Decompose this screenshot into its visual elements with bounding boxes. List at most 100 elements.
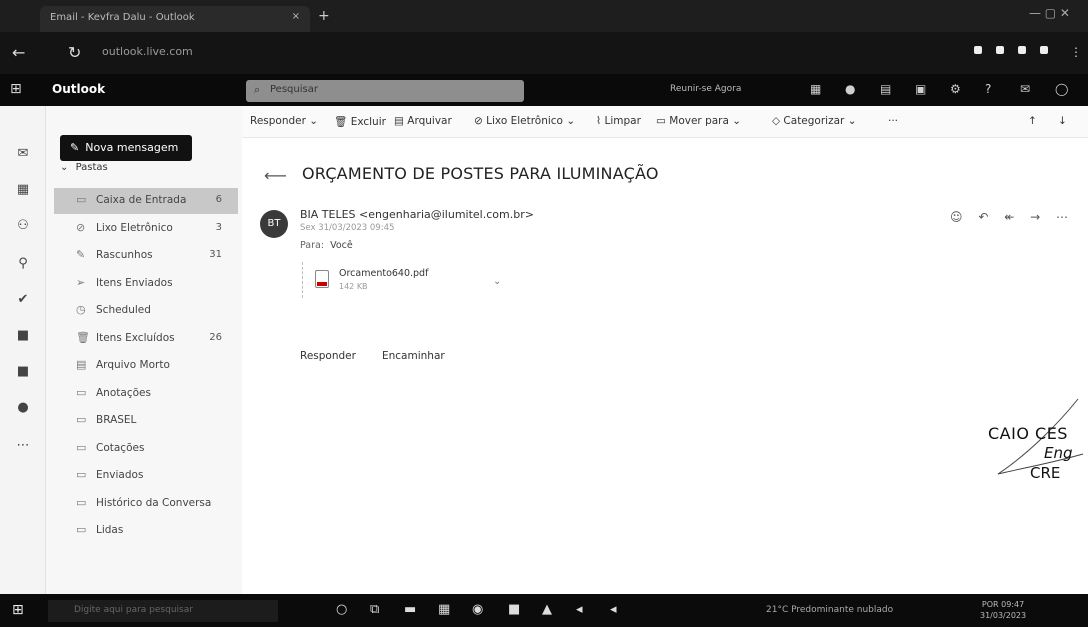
folder-item[interactable]: 🗑 Itens Excluídos 26 [54,326,238,352]
search-icon: ⌕ [254,83,261,96]
new-message-button[interactable]: ✎ Nova mensagem [60,135,192,161]
tab-close-icon[interactable]: × [292,11,300,22]
search-input[interactable]: ⌕ Pesquisar [246,80,524,102]
extension-icon[interactable] [1040,46,1048,54]
back-arrow-icon[interactable]: ← [12,43,25,62]
outlook-header: ⊞ Outlook ⌕ Pesquisar Reunir-se Agora ▦ … [0,74,1088,106]
arrow-up-icon[interactable]: ↑ [1028,115,1037,127]
help-icon[interactable]: ? [985,82,991,96]
store-icon[interactable]: ▦ [438,602,450,617]
extension-icon[interactable] [1018,46,1026,54]
url-field[interactable]: outlook.live.com [102,45,193,58]
people-icon[interactable]: ⚇ [14,218,32,236]
chrome-icon[interactable]: ◉ [472,602,483,617]
categorize-button[interactable]: ◇ Categorizar ⌄ [772,115,857,127]
meet-now-button[interactable]: Reunir-se Agora [670,84,741,94]
taskbar-search-input[interactable]: Digite aqui para pesquisar [48,600,278,622]
powerpoint-icon[interactable]: ● [14,400,32,418]
folder-item[interactable]: ▭ Cotações [54,436,238,462]
browser-tab[interactable]: Email - Kevfra Dalu - Outlook × [40,6,310,32]
folder-pane: ✎ Nova mensagem ⌄ Pastas ▭ Caixa de Entrad… [46,106,242,594]
calendar-icon[interactable]: ▦ [14,182,32,200]
engineer-stamp: CAIO CES Eng CRE [988,398,1088,504]
forward-arrow-icon[interactable]: → [1030,210,1040,224]
taskbar: ⊞ Digite aqui para pesquisar ○ ⧉ ▬ ▦ ◉ ■… [0,594,1088,627]
excel-icon[interactable]: ■ [14,364,32,382]
folder-item[interactable]: ✎ Rascunhos 31 [54,243,238,269]
arrow-down-icon[interactable]: ↓ [1058,115,1067,127]
reply-all-icon[interactable]: ↞ [1004,210,1014,224]
account-icon[interactable]: ◯ [1055,82,1068,96]
folder-item[interactable]: ▭ Anotações [54,381,238,407]
calendar-icon[interactable]: ▣ [915,82,926,96]
feedback-icon[interactable]: ✉ [1020,82,1030,96]
folder-item[interactable]: ▤ Arquivo Morto [54,353,238,379]
onenote-icon[interactable]: ▤ [880,82,891,96]
app-launcher-icon[interactable]: ⊞ [10,81,22,97]
teams-icon[interactable]: ▦ [810,82,821,96]
folders-header-label: Pastas [75,162,108,173]
word-icon[interactable]: ■ [14,328,32,346]
folder-count: 26 [209,331,222,343]
message-sender[interactable]: BIA TELES <engenharia@ilumitel.com.br> [300,208,534,221]
volume-icon[interactable]: ◂ [576,602,583,617]
attachment-card[interactable]: Orcamento640.pdf 142 KB ⌄ [302,262,502,298]
forward-link[interactable]: Encaminhar [382,350,445,362]
reply-arrow-icon[interactable]: ↶ [978,210,988,224]
folder-item[interactable]: ⊘ Lixo Eletrônico 3 [54,216,238,242]
system-clock[interactable]: POR 09:47 31/03/2023 [980,599,1026,621]
delete-label: Excluir [350,116,386,128]
signature-scribble [997,398,1084,475]
stamp-registration: CRE [1030,464,1061,482]
app-icon[interactable]: ■ [508,602,520,617]
app-icon[interactable]: ◂ [610,602,617,617]
todo-check-icon[interactable]: ✔ [14,292,32,310]
weather-widget[interactable]: 21°C Predominante nublado [766,605,893,615]
folder-label: Scheduled [96,304,151,316]
extension-icon[interactable] [974,46,982,54]
task-view-icon[interactable]: ⧉ [370,602,379,617]
settings-gear-icon[interactable]: ⚙ [950,82,961,96]
folder-item[interactable]: ▭ Enviados [54,463,238,489]
file-explorer-icon[interactable]: ▬ [404,602,416,617]
more-apps-icon[interactable]: ⋯ [14,438,32,456]
junk-icon: ⊘ [76,220,86,234]
more-actions-button[interactable]: ··· [888,115,898,127]
folder-count: 6 [215,194,222,205]
archive-button[interactable]: ▤ Arquivar [394,115,452,127]
folder-label: Itens Enviados [96,276,173,289]
skype-icon[interactable]: ● [845,82,855,96]
avatar[interactable]: BT [260,210,288,238]
folder-item[interactable]: ➢ Itens Enviados [54,271,238,297]
more-icon[interactable]: ⋯ [1056,210,1068,224]
folder-label: BRASEL [96,414,137,426]
browser-menu-icon[interactable]: ⋮ [1070,45,1082,59]
to-value[interactable]: Você [330,240,353,251]
extension-icon[interactable] [996,46,1004,54]
move-to-button[interactable]: ▭ Mover para ⌄ [656,115,741,127]
sweep-button[interactable]: ⌇ Limpar [596,115,641,127]
acrobat-icon[interactable]: ▲ [542,602,552,617]
browser-tab-bar: Email - Kevfra Dalu - Outlook × + — ▢ ✕ [0,0,1088,32]
folder-item[interactable]: ▭ Histórico da Conversa [54,491,238,517]
windows-start-icon[interactable]: ⊞ [12,602,24,618]
emoji-icon[interactable]: ☺ [950,210,963,224]
reload-icon[interactable]: ↻ [68,43,81,62]
junk-button[interactable]: ⊘ Lixo Eletrônico ⌄ [474,115,575,127]
reply-link[interactable]: Responder [300,350,356,362]
window-controls[interactable]: — ▢ ✕ [1029,6,1070,20]
folder-item[interactable]: ▭ Caixa de Entrada 6 [54,188,238,214]
folders-header[interactable]: ⌄ Pastas [60,162,108,173]
folder-item[interactable]: ▭ Lidas [54,518,238,544]
chevron-down-icon[interactable]: ⌄ [493,276,501,287]
folder-item[interactable]: ▭ BRASEL [54,408,238,434]
cortana-icon[interactable]: ○ [336,602,347,617]
mail-icon[interactable]: ✉ [14,146,32,164]
new-tab-button[interactable]: + [318,8,330,24]
folder-item[interactable]: ◷ Scheduled [54,298,238,324]
folder-label: Arquivo Morto [96,359,170,371]
back-arrow-icon[interactable]: ⟵ [264,166,287,185]
delete-button[interactable]: 🗑 Excluir [334,115,386,128]
reply-button[interactable]: Responder ⌄ [250,115,318,127]
attach-icon[interactable]: ⚲ [14,256,32,274]
